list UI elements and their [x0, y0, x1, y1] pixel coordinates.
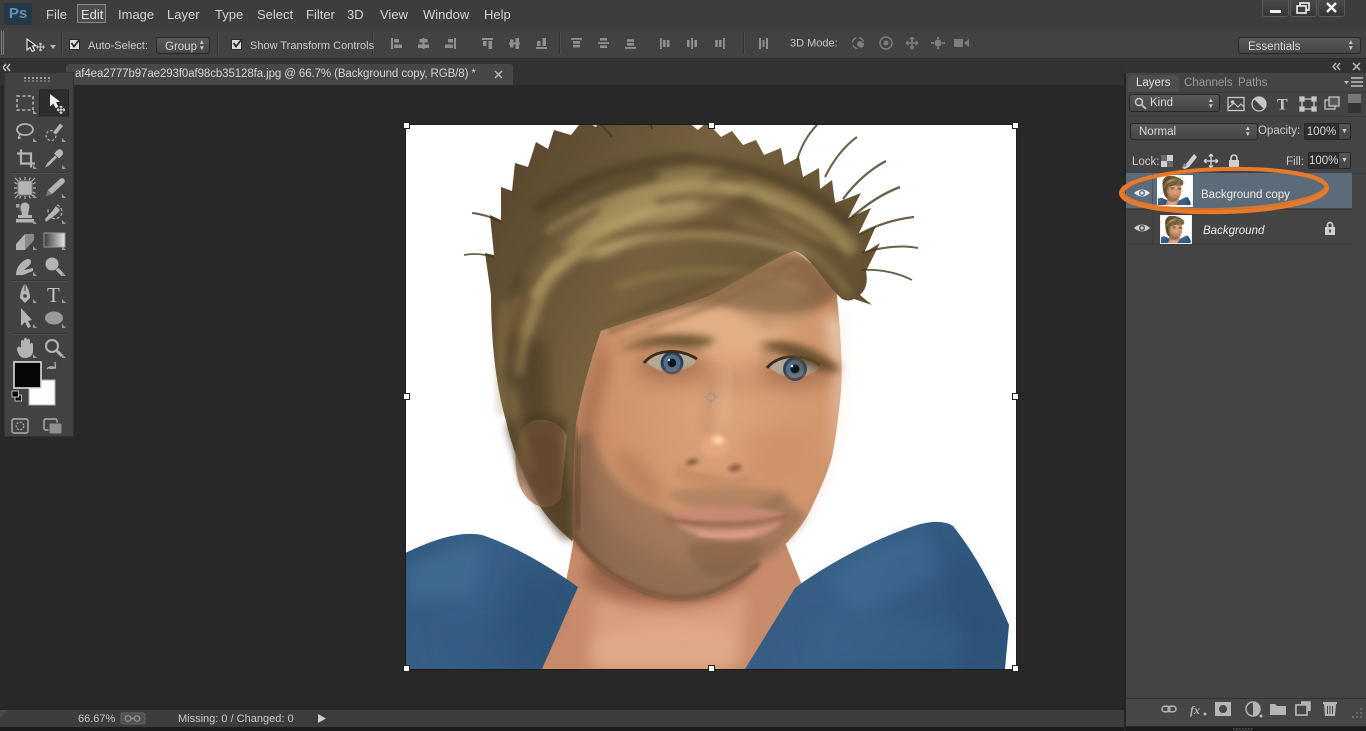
svg-text:T: T — [1277, 97, 1288, 114]
svg-text:fx: fx — [1190, 703, 1200, 717]
svg-text:3D Mode:: 3D Mode: — [790, 38, 838, 50]
svg-text:T: T — [47, 283, 60, 307]
